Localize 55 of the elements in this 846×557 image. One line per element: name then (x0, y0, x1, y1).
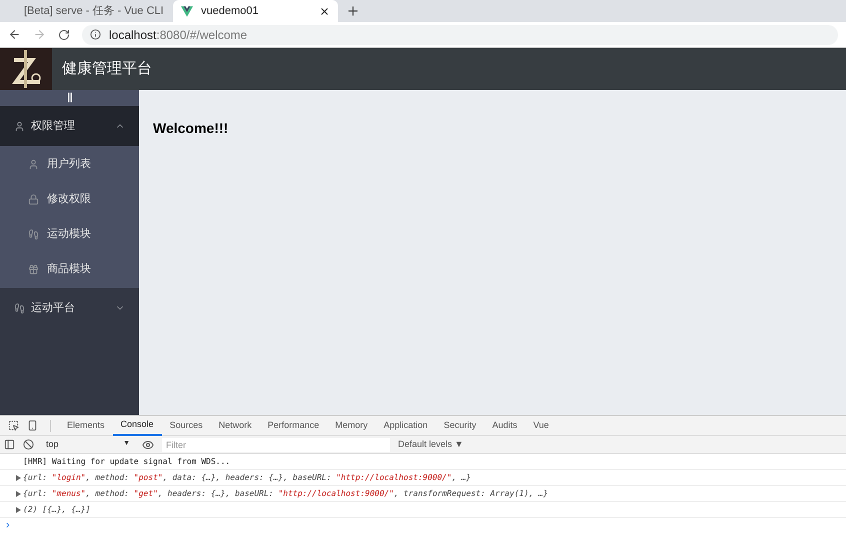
submenu-item[interactable]: 运动模块 (0, 217, 139, 252)
expand-triangle-icon[interactable] (16, 474, 21, 480)
clear-icon[interactable] (23, 439, 34, 450)
expand-triangle-icon[interactable] (16, 506, 21, 512)
levels-dropdown[interactable]: Default levels ▼ (398, 438, 464, 452)
device-icon[interactable] (27, 420, 38, 431)
url-text: localhost:8080/#/welcome (109, 26, 248, 44)
devtools-tab[interactable]: Sources (162, 416, 211, 436)
welcome-heading: Welcome!!! (153, 119, 230, 138)
user-icon (28, 159, 39, 170)
devtools-tab[interactable]: Memory (327, 416, 376, 436)
expand-triangle-icon[interactable] (16, 490, 21, 496)
app-title: 健康管理平台 (62, 58, 152, 79)
submenu-label: 修改权限 (47, 192, 91, 208)
address-field[interactable]: localhost:8080/#/welcome (82, 24, 838, 44)
gift-icon (28, 264, 39, 275)
lock-icon (28, 194, 39, 205)
devtools-tab[interactable]: Audits (484, 416, 526, 436)
console-message: [HMR] Waiting for update signal from WDS... (23, 456, 230, 468)
submenu-item[interactable]: 修改权限 (0, 182, 139, 217)
console-message: (2) [{…}, {…}] (23, 504, 90, 516)
console-message: {url: "login", method: "post", data: {…}, headers: {…}, baseURL: "http://localhost:9000/", …} (23, 472, 471, 484)
console-message: {url: "menus", method: "get", headers: {…}, baseURL: "http://localhost:9000/", transformRequest: Array(1), …} (23, 488, 548, 500)
menu-label: 运动平台 (31, 300, 76, 316)
reload-icon[interactable] (58, 28, 70, 40)
eye-icon[interactable] (142, 438, 154, 450)
browser-tab[interactable]: [Beta] serve - 任务 - Vue CLI (8, 0, 173, 22)
logo-icon (0, 48, 52, 90)
new-tab-icon[interactable] (346, 4, 360, 18)
menu-label: 权限管理 (31, 118, 76, 134)
sidebar-toggle-icon[interactable] (4, 439, 15, 450)
submenu-item[interactable]: 用户列表 (0, 147, 139, 182)
devtools-tab[interactable]: Security (436, 416, 484, 436)
tab-title: vuedemo01 (201, 4, 260, 19)
devtools-tab[interactable]: Performance (260, 416, 328, 436)
console-prompt[interactable]: › (6, 520, 10, 530)
devtools-tab[interactable]: Elements (59, 416, 113, 436)
collapse-toggle[interactable]: ||| (0, 90, 139, 106)
submenu-label: 商品模块 (47, 262, 91, 278)
browser-tab[interactable]: vuedemo01 (173, 0, 338, 22)
devtools-tab[interactable]: Application (376, 416, 436, 436)
close-icon[interactable] (319, 6, 330, 16)
submenu-label: 运动模块 (47, 227, 91, 242)
info-icon (90, 29, 101, 40)
menu-item[interactable]: 权限管理 (0, 106, 139, 146)
tab-title: [Beta] serve - 任务 - Vue CLI (24, 4, 164, 19)
devtools-tab[interactable]: Network (210, 416, 260, 436)
submenu-label: 用户列表 (47, 156, 91, 172)
vue-logo-icon (181, 6, 193, 16)
devtools-tab[interactable]: Vue (525, 416, 557, 436)
user-icon (14, 120, 25, 132)
filter-field[interactable]: Filter (162, 438, 390, 452)
submenu-item[interactable]: 商品模块 (0, 252, 139, 287)
back-icon[interactable] (8, 28, 21, 41)
inspect-icon[interactable] (8, 420, 19, 431)
